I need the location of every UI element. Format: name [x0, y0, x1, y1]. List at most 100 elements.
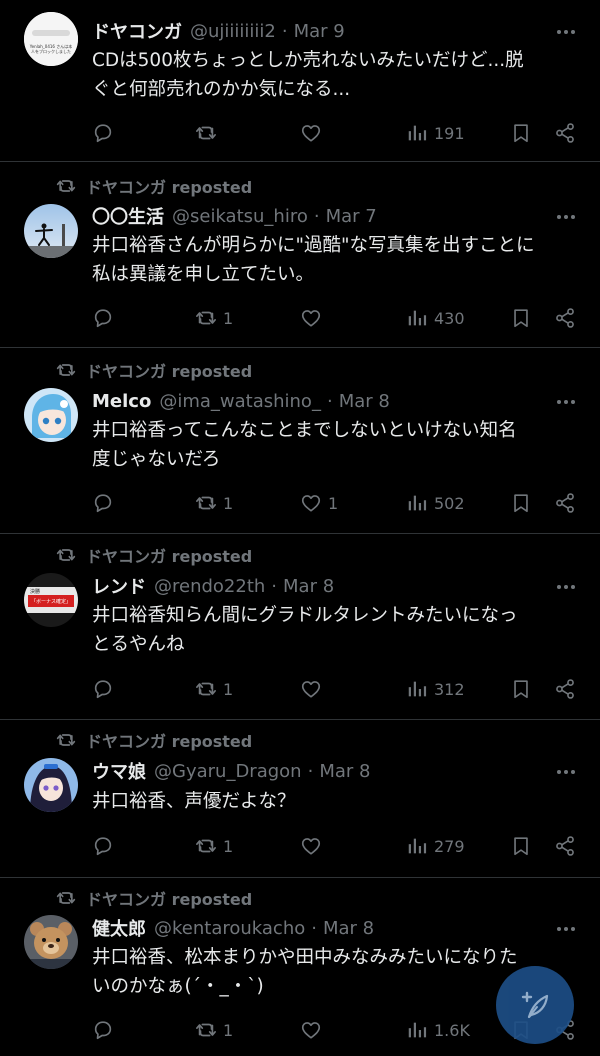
share-button[interactable] — [554, 118, 576, 148]
bookmark-button[interactable] — [510, 303, 532, 333]
repost-label[interactable]: ドヤコンガ reposted — [86, 174, 252, 198]
more-options-icon[interactable] — [554, 390, 578, 414]
tweet-actions: 1 279 — [92, 831, 580, 861]
display-name[interactable]: 健太郎 — [92, 915, 146, 941]
timestamp[interactable]: Mar 9 — [294, 21, 345, 42]
more-options-icon[interactable] — [554, 205, 578, 229]
timestamp[interactable]: Mar 8 — [283, 576, 334, 597]
avatar[interactable] — [24, 388, 78, 442]
separator-dot: · — [307, 760, 314, 782]
repost-label[interactable]: ドヤコンガ reposted — [86, 728, 252, 752]
repost-button[interactable]: 1 — [195, 1015, 233, 1045]
reply-button[interactable] — [92, 303, 120, 333]
handle[interactable]: @ima_watashino_ — [159, 391, 321, 412]
handle[interactable]: @rendo22th — [154, 576, 265, 597]
handle[interactable]: @kentaroukacho — [154, 918, 305, 939]
bookmark-button[interactable] — [510, 674, 532, 704]
like-count: 1 — [328, 493, 339, 513]
handle[interactable]: @Gyaru_Dragon — [154, 761, 302, 782]
heart-icon — [301, 495, 321, 512]
repost-button[interactable]: 1 — [195, 831, 233, 861]
repost-icon — [196, 496, 216, 510]
like-button[interactable] — [300, 831, 328, 861]
views-button[interactable]: 279 — [406, 831, 465, 861]
display-name[interactable]: レンド — [92, 573, 146, 599]
views-button[interactable]: 1.6K — [406, 1015, 470, 1045]
analytics-icon — [408, 310, 427, 326]
timestamp[interactable]: Mar 7 — [326, 206, 377, 227]
reply-icon — [94, 494, 112, 513]
timestamp[interactable]: Mar 8 — [319, 761, 370, 782]
share-icon — [556, 679, 574, 699]
repost-button[interactable]: 1 — [195, 488, 233, 518]
analytics-icon — [408, 495, 427, 511]
share-button[interactable] — [554, 674, 576, 704]
like-button[interactable] — [300, 303, 328, 333]
tweet[interactable]: ドヤコンガ reposted ウマ娘 @Gyaru_Dragon · Mar 8… — [0, 720, 600, 878]
views-button[interactable]: 312 — [406, 674, 465, 704]
repost-button[interactable]: 1 — [195, 674, 233, 704]
share-button[interactable] — [554, 831, 576, 861]
avatar[interactable]: Yenlah_0416 さんは本 人をブロックしました — [24, 12, 78, 66]
tweet[interactable]: ドヤコンガ reposted 〇〇生活 @seikatsu_hiro · Mar… — [0, 162, 600, 348]
display-name[interactable]: ウマ娘 — [92, 758, 146, 784]
timestamp[interactable]: Mar 8 — [339, 391, 390, 412]
tweet[interactable]: Yenlah_0416 さんは本 人をブロックしました ドヤコンガ @ujiii… — [0, 0, 600, 162]
slot-screen-avatar-icon: 決勝 「ボーナス確定」 — [24, 573, 78, 627]
tweet-text: 井口裕香さんが明らかに"過酷"な写真集を出すことに 私は異議を申し立てたい。 — [92, 235, 535, 285]
repost-label[interactable]: ドヤコンガ reposted — [86, 358, 252, 382]
repost-indicator: ドヤコンガ reposted — [56, 174, 252, 198]
repost-button[interactable]: 1 — [195, 303, 233, 333]
avatar[interactable] — [24, 915, 78, 969]
compose-feather-icon — [521, 991, 549, 1019]
like-button[interactable] — [300, 118, 328, 148]
bookmark-icon — [514, 124, 528, 143]
reply-button[interactable] — [92, 674, 120, 704]
view-count: 279 — [434, 836, 465, 856]
repost-icon — [196, 311, 216, 325]
more-options-icon[interactable] — [554, 575, 578, 599]
handle[interactable]: @ujiiiiiiii2 — [190, 21, 276, 42]
repost-label[interactable]: ドヤコンガ reposted — [86, 543, 252, 567]
more-options-icon[interactable] — [554, 760, 578, 784]
tweet-header: Melco @ima_watashino_ · Mar 8 — [92, 388, 540, 414]
display-name[interactable]: Melco — [92, 391, 151, 412]
like-button[interactable] — [300, 1015, 328, 1045]
compose-button[interactable] — [496, 966, 574, 1044]
reply-button[interactable] — [92, 831, 120, 861]
avatar[interactable] — [24, 758, 78, 812]
bookmark-button[interactable] — [510, 488, 532, 518]
avatar-caption-2: 人をブロックしました — [31, 48, 71, 54]
like-button[interactable]: 1 — [300, 488, 338, 518]
more-options-icon[interactable] — [554, 917, 578, 941]
tweet[interactable]: ドヤコンガ reposted 決勝 「ボーナス確定」 レンド @rendo22t… — [0, 534, 600, 720]
repost-icon — [56, 180, 76, 192]
repost-icon — [196, 682, 216, 696]
separator-dot: · — [271, 575, 278, 597]
more-options-icon[interactable] — [554, 20, 578, 44]
reply-button[interactable] — [92, 118, 120, 148]
display-name[interactable]: ドヤコンガ — [92, 18, 182, 44]
repost-button[interactable] — [195, 118, 223, 148]
heart-icon — [301, 310, 321, 327]
repost-label[interactable]: ドヤコンガ reposted — [86, 886, 252, 910]
avatar[interactable] — [24, 204, 78, 258]
views-button[interactable]: 430 — [406, 303, 465, 333]
bookmark-button[interactable] — [510, 118, 532, 148]
reply-icon — [94, 837, 112, 856]
handle[interactable]: @seikatsu_hiro — [172, 206, 308, 227]
reply-button[interactable] — [92, 488, 120, 518]
timestamp[interactable]: Mar 8 — [323, 918, 374, 939]
views-button[interactable]: 191 — [406, 118, 465, 148]
reply-button[interactable] — [92, 1015, 120, 1045]
share-button[interactable] — [554, 303, 576, 333]
view-count: 430 — [434, 308, 465, 328]
share-button[interactable] — [554, 488, 576, 518]
bookmark-button[interactable] — [510, 831, 532, 861]
views-button[interactable]: 502 — [406, 488, 465, 518]
tweet[interactable]: ドヤコンガ reposted Melco @ima_watashino_ · M… — [0, 348, 600, 534]
display-name[interactable]: 〇〇生活 — [92, 203, 164, 229]
like-button[interactable] — [300, 674, 328, 704]
tweet-header: ウマ娘 @Gyaru_Dragon · Mar 8 — [92, 758, 540, 784]
avatar[interactable]: 決勝 「ボーナス確定」 — [24, 573, 78, 627]
